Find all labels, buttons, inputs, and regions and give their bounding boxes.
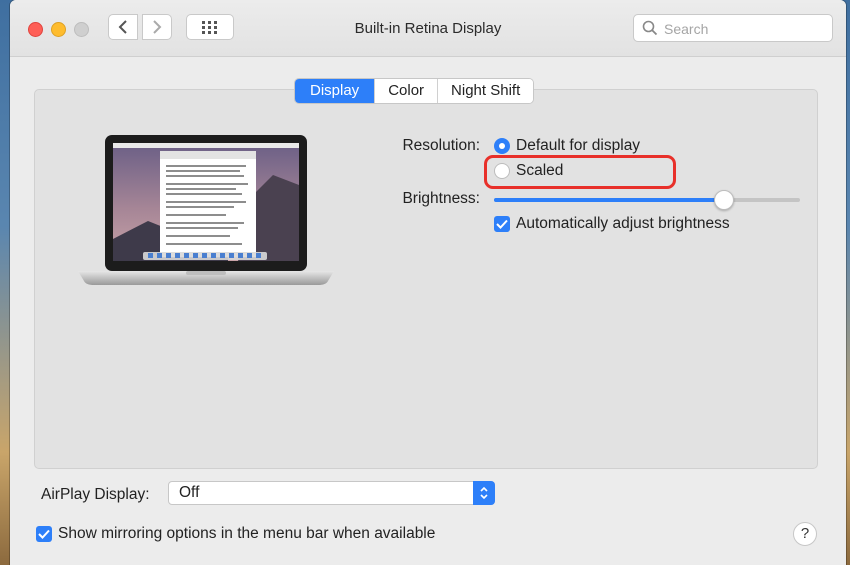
brightness-slider-thumb[interactable] — [713, 190, 734, 210]
show-mirroring-checkbox[interactable] — [36, 526, 52, 542]
default-for-display-radio[interactable] — [494, 138, 510, 154]
brightness-slider-fill — [494, 198, 724, 202]
auto-brightness-checkbox[interactable] — [494, 216, 510, 232]
airplay-display-select[interactable]: Off — [168, 481, 495, 505]
help-button[interactable]: ? — [793, 522, 817, 546]
checkmark-icon — [496, 219, 508, 229]
search-icon — [642, 20, 658, 36]
airplay-display-value: Off — [179, 484, 200, 501]
checkmark-icon — [38, 529, 50, 539]
resolution-label: Resolution: — [402, 137, 480, 154]
laptop-image — [78, 135, 334, 285]
search-field[interactable] — [633, 14, 833, 42]
tab-display[interactable]: Display — [295, 79, 375, 103]
preferences-window: Built-in Retina Display Display Color Ni… — [10, 0, 846, 565]
brightness-label: Brightness: — [402, 190, 480, 207]
search-input[interactable] — [662, 18, 826, 40]
auto-brightness-label[interactable]: Automatically adjust brightness — [516, 215, 730, 233]
scaled-highlight-annotation — [484, 155, 676, 189]
brightness-slider[interactable] — [494, 190, 800, 210]
airplay-display-label: AirPlay Display: — [41, 486, 150, 503]
tab-bar: Display Color Night Shift — [294, 78, 535, 104]
tab-night-shift[interactable]: Night Shift — [437, 79, 534, 103]
default-for-display-label[interactable]: Default for display — [516, 137, 640, 155]
titlebar: Built-in Retina Display — [10, 0, 846, 57]
tab-color[interactable]: Color — [374, 79, 438, 103]
select-arrows-icon — [473, 481, 495, 505]
show-mirroring-label[interactable]: Show mirroring options in the menu bar w… — [58, 525, 435, 543]
